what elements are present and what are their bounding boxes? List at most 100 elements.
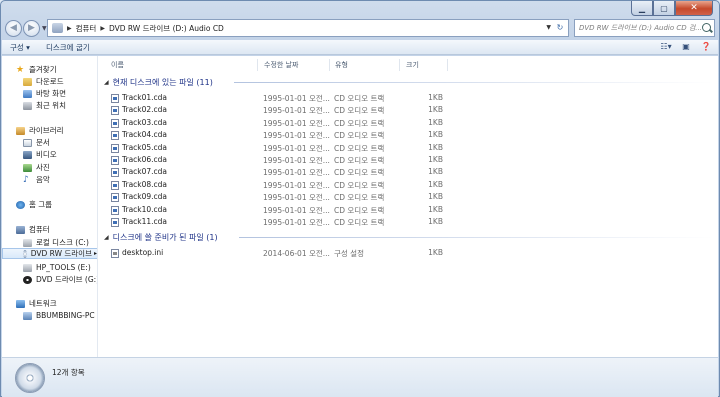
nav-libraries[interactable]: 라이브러리 <box>16 125 64 136</box>
chevron-right-icon[interactable]: ▶ <box>67 25 72 32</box>
file-name: Track05.cda <box>122 142 168 152</box>
column-header-size[interactable]: 크기 <box>406 60 419 72</box>
navigation-pane[interactable]: ★ 즐겨찾기 다운로드 바탕 화면 최근 위치 라이브러리 문서 비디오 사진 ♪… <box>2 56 98 357</box>
file-row[interactable]: Track01.cda 1995-01-01 오전... CD 오디오 트랙 1KB <box>111 92 711 104</box>
file-type: CD 오디오 트랙 <box>334 118 385 128</box>
file-name: Track10.cda <box>122 204 168 214</box>
collapse-icon[interactable]: ◢ <box>104 234 109 241</box>
organize-button[interactable]: 구성 ▾ <box>2 42 38 53</box>
nav-music[interactable]: ♪ 음악 <box>23 174 50 185</box>
audio-track-icon <box>111 118 119 128</box>
chevron-right-icon[interactable]: ▶ <box>100 25 105 32</box>
file-type: CD 오디오 트랙 <box>334 131 385 141</box>
file-row[interactable]: Track07.cda 1995-01-01 오전... CD 오디오 트랙 1KB <box>111 166 711 178</box>
column-divider[interactable] <box>257 59 258 71</box>
help-icon[interactable]: ❓ <box>700 41 712 52</box>
column-header-name[interactable]: 이름 <box>111 60 124 72</box>
command-bar: 구성 ▾ 디스크에 굽기 ☷▾ ▣ ❓ <box>2 40 718 55</box>
nav-label: 음악 <box>36 175 50 184</box>
column-divider[interactable] <box>399 59 400 71</box>
nav-label: BBUMBBING-PC <box>36 311 95 320</box>
view-options-icon[interactable]: ☷▾ <box>660 41 672 52</box>
nav-network[interactable]: 네트워크 <box>16 298 57 309</box>
recent-places-icon <box>23 101 32 110</box>
file-type: CD 오디오 트랙 <box>334 193 385 203</box>
nav-label: 로컬 디스크 (C:) <box>36 238 89 247</box>
dvd-disc-icon <box>23 249 27 258</box>
burn-to-disc-button[interactable]: 디스크에 굽기 <box>38 42 98 53</box>
nav-label: 비디오 <box>36 150 57 159</box>
file-row[interactable]: Track03.cda 1995-01-01 오전... CD 오디오 트랙 1KB <box>111 117 711 129</box>
collapse-icon[interactable]: ◢ <box>104 79 109 86</box>
settings-file-icon <box>111 249 119 258</box>
file-name: Track06.cda <box>122 155 168 164</box>
nav-documents[interactable]: 문서 <box>23 137 50 148</box>
nav-label: 바탕 화면 <box>36 89 66 98</box>
search-input[interactable]: DVD RW 드라이브 (D:) Audio CD 검... <box>574 19 715 37</box>
recent-pages-dropdown[interactable]: ▼ <box>42 25 47 32</box>
nav-label: DVD RW 드라이브 <box>30 249 92 258</box>
group-divider <box>234 82 714 83</box>
column-divider[interactable] <box>447 59 448 71</box>
file-row[interactable]: Track04.cda 1995-01-01 오전... CD 오디오 트랙 1KB <box>111 129 711 141</box>
nav-label: 최근 위치 <box>36 101 66 110</box>
breadcrumb-computer[interactable]: 컴퓨터 <box>76 23 97 34</box>
cd-disc-icon <box>15 363 45 393</box>
group-header-ready[interactable]: ◢ 디스크에 쓸 준비가 된 파일 (1) <box>104 231 218 243</box>
address-bar[interactable]: ▶ 컴퓨터 ▶ DVD RW 드라이브 (D:) Audio CD ▼ ↻ <box>47 19 569 37</box>
file-type: 구성 설정 <box>334 249 364 258</box>
file-list-pane[interactable]: 이름 수정한 날짜 유형 크기 ◢ 현재 디스크에 있는 파일 (11) Trac… <box>99 56 718 357</box>
nav-local-disk[interactable]: 로컬 디스크 (C:) <box>23 237 89 248</box>
file-name: Track11.cda <box>122 217 168 226</box>
nav-pc[interactable]: BBUMBBING-PC <box>23 310 95 321</box>
file-type: CD 오디오 트랙 <box>334 143 385 153</box>
nav-dvd-g[interactable]: DVD 드라이브 (G:) <box>23 274 97 285</box>
audio-track-icon <box>111 205 119 215</box>
file-row[interactable]: Track09.cda 1995-01-01 오전... CD 오디오 트랙 1KB <box>111 191 711 203</box>
refresh-icon[interactable]: ↻ <box>554 22 566 34</box>
file-row[interactable]: Track05.cda 1995-01-01 오전... CD 오디오 트랙 1KB <box>111 142 711 154</box>
nav-recent[interactable]: 최근 위치 <box>23 100 66 111</box>
column-header-type[interactable]: 유형 <box>335 60 348 72</box>
search-icon[interactable] <box>702 23 711 32</box>
file-size: 1KB <box>428 248 443 257</box>
file-name: Track01.cda <box>122 93 168 102</box>
file-row[interactable]: Track10.cda 1995-01-01 오전... CD 오디오 트랙 1KB <box>111 204 711 216</box>
nav-homegroup[interactable]: 홈 그룹 <box>16 199 52 210</box>
audio-track-icon <box>111 94 119 103</box>
details-pane: 12개 항목 <box>2 357 718 397</box>
minimize-button[interactable]: ▁ <box>631 1 653 16</box>
file-row[interactable]: desktop.ini 2014-06-01 오전... 구성 설정 1KB <box>111 247 711 259</box>
file-row[interactable]: Track11.cda 1995-01-01 오전... CD 오디오 트랙 1KB <box>111 216 711 228</box>
file-date: 1995-01-01 오전... <box>263 168 330 178</box>
column-divider[interactable] <box>329 59 330 71</box>
videos-icon <box>23 150 32 159</box>
nav-pictures[interactable]: 사진 <box>23 162 50 173</box>
close-button[interactable]: ✕ <box>675 1 713 16</box>
nav-downloads[interactable]: 다운로드 <box>23 76 64 87</box>
group-header-on-disc[interactable]: ◢ 현재 디스크에 있는 파일 (11) <box>104 76 213 88</box>
nav-label: 다운로드 <box>36 77 64 86</box>
nav-dvd-rw[interactable]: DVD RW 드라이브 ▸ <box>2 248 97 259</box>
breadcrumb-dvd-drive[interactable]: DVD RW 드라이브 (D:) Audio CD <box>109 23 224 34</box>
file-row[interactable]: Track08.cda 1995-01-01 오전... CD 오디오 트랙 1KB <box>111 179 711 191</box>
preview-pane-icon[interactable]: ▣ <box>680 41 692 52</box>
forward-button[interactable]: ▶ <box>23 19 40 37</box>
pictures-icon <box>23 163 32 172</box>
file-row[interactable]: Track06.cda 1995-01-01 오전... CD 오디오 트랙 1KB <box>111 154 711 166</box>
nav-hp-tools[interactable]: HP_TOOLS (E:) <box>23 262 91 273</box>
nav-favorites[interactable]: ★ 즐겨찾기 <box>16 64 57 75</box>
file-row[interactable]: Track02.cda 1995-01-01 오전... CD 오디오 트랙 1KB <box>111 104 711 116</box>
back-button[interactable]: ◀ <box>5 19 22 37</box>
nav-computer[interactable]: 컴퓨터 <box>16 224 50 235</box>
hard-drive-icon <box>23 238 32 247</box>
nav-videos[interactable]: 비디오 <box>23 149 57 160</box>
address-dropdown-icon[interactable]: ▼ <box>546 22 551 34</box>
nav-desktop[interactable]: 바탕 화면 <box>23 88 66 99</box>
window-controls: ▁ ▢ ✕ <box>631 1 713 18</box>
maximize-button[interactable]: ▢ <box>653 1 675 16</box>
music-icon: ♪ <box>23 174 29 185</box>
file-size: 1KB <box>428 155 443 164</box>
file-name: Track08.cda <box>122 179 168 189</box>
column-header-date[interactable]: 수정한 날짜 <box>264 60 298 72</box>
